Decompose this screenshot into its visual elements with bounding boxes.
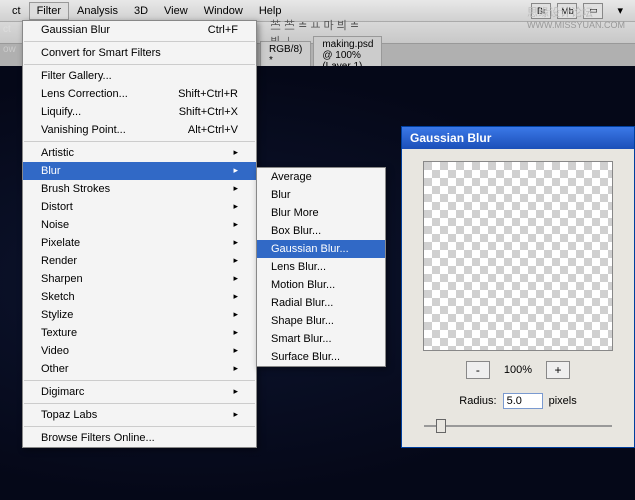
watermark: 思缘设计论坛 WWW.MISSYUAN.COM (527, 4, 625, 30)
mi-browse-online[interactable]: Browse Filters Online... (23, 429, 256, 447)
radius-input[interactable] (503, 393, 543, 409)
menu-view[interactable]: View (156, 2, 196, 20)
smi-blur[interactable]: Blur (257, 186, 385, 204)
menu-filter[interactable]: Filter (29, 2, 69, 20)
separator (24, 403, 255, 404)
separator (24, 426, 255, 427)
blur-submenu: Average Blur Blur More Box Blur... Gauss… (256, 167, 386, 367)
mi-artistic[interactable]: Artistic (23, 144, 256, 162)
smi-radial-blur[interactable]: Radial Blur... (257, 294, 385, 312)
menu-3d[interactable]: 3D (126, 2, 156, 20)
separator (24, 41, 255, 42)
separator (24, 380, 255, 381)
filter-menu: Gaussian BlurCtrl+F Convert for Smart Fi… (22, 20, 257, 448)
smi-average[interactable]: Average (257, 168, 385, 186)
menu-ct[interactable]: ct (4, 2, 29, 20)
side-ow: ow (3, 44, 16, 55)
radius-unit: pixels (549, 395, 577, 407)
menu-analysis[interactable]: Analysis (69, 2, 126, 20)
radius-slider[interactable] (424, 417, 612, 435)
mi-other[interactable]: Other (23, 360, 256, 378)
mi-video[interactable]: Video (23, 342, 256, 360)
zoom-level: 100% (504, 364, 532, 376)
smi-surface-blur[interactable]: Surface Blur... (257, 348, 385, 366)
smi-blur-more[interactable]: Blur More (257, 204, 385, 222)
zoom-out-button[interactable]: - (466, 361, 490, 379)
mi-noise[interactable]: Noise (23, 216, 256, 234)
side-ct: ct (3, 24, 11, 35)
mi-texture[interactable]: Texture (23, 324, 256, 342)
mi-liquify[interactable]: Liquify...Shift+Ctrl+X (23, 103, 256, 121)
separator (24, 64, 255, 65)
slider-track (424, 425, 612, 427)
watermark-text: 思缘设计论坛 (527, 7, 593, 19)
mi-vanishing-point[interactable]: Vanishing Point...Alt+Ctrl+V (23, 121, 256, 139)
smi-motion-blur[interactable]: Motion Blur... (257, 276, 385, 294)
radius-label: Radius: (459, 395, 496, 407)
mi-stylize[interactable]: Stylize (23, 306, 256, 324)
menu-window[interactable]: Window (196, 2, 251, 20)
separator (24, 141, 255, 142)
mi-digimarc[interactable]: Digimarc (23, 383, 256, 401)
smi-smart-blur[interactable]: Smart Blur... (257, 330, 385, 348)
smi-gaussian-blur[interactable]: Gaussian Blur... (257, 240, 385, 258)
zoom-in-button[interactable]: + (546, 361, 570, 379)
mi-sketch[interactable]: Sketch (23, 288, 256, 306)
smi-lens-blur[interactable]: Lens Blur... (257, 258, 385, 276)
mi-render[interactable]: Render (23, 252, 256, 270)
smi-shape-blur[interactable]: Shape Blur... (257, 312, 385, 330)
watermark-url: WWW.MISSYUAN.COM (527, 20, 625, 30)
smi-box-blur[interactable]: Box Blur... (257, 222, 385, 240)
mi-topaz[interactable]: Topaz Labs (23, 406, 256, 424)
dialog-titlebar[interactable]: Gaussian Blur (402, 127, 634, 149)
mi-filter-gallery[interactable]: Filter Gallery... (23, 67, 256, 85)
mi-sharpen[interactable]: Sharpen (23, 270, 256, 288)
mi-last-filter[interactable]: Gaussian BlurCtrl+F (23, 21, 256, 39)
preview-area[interactable] (423, 161, 613, 351)
mi-distort[interactable]: Distort (23, 198, 256, 216)
gaussian-blur-dialog: Gaussian Blur - 100% + Radius: pixels (401, 126, 635, 448)
slider-thumb[interactable] (436, 419, 446, 433)
mi-brush-strokes[interactable]: Brush Strokes (23, 180, 256, 198)
tab-doc1[interactable]: RGB/8) * (260, 41, 311, 69)
mi-lens-correction[interactable]: Lens Correction...Shift+Ctrl+R (23, 85, 256, 103)
mi-blur[interactable]: Blur (23, 162, 256, 180)
mi-pixelate[interactable]: Pixelate (23, 234, 256, 252)
mi-convert-smart[interactable]: Convert for Smart Filters (23, 44, 256, 62)
